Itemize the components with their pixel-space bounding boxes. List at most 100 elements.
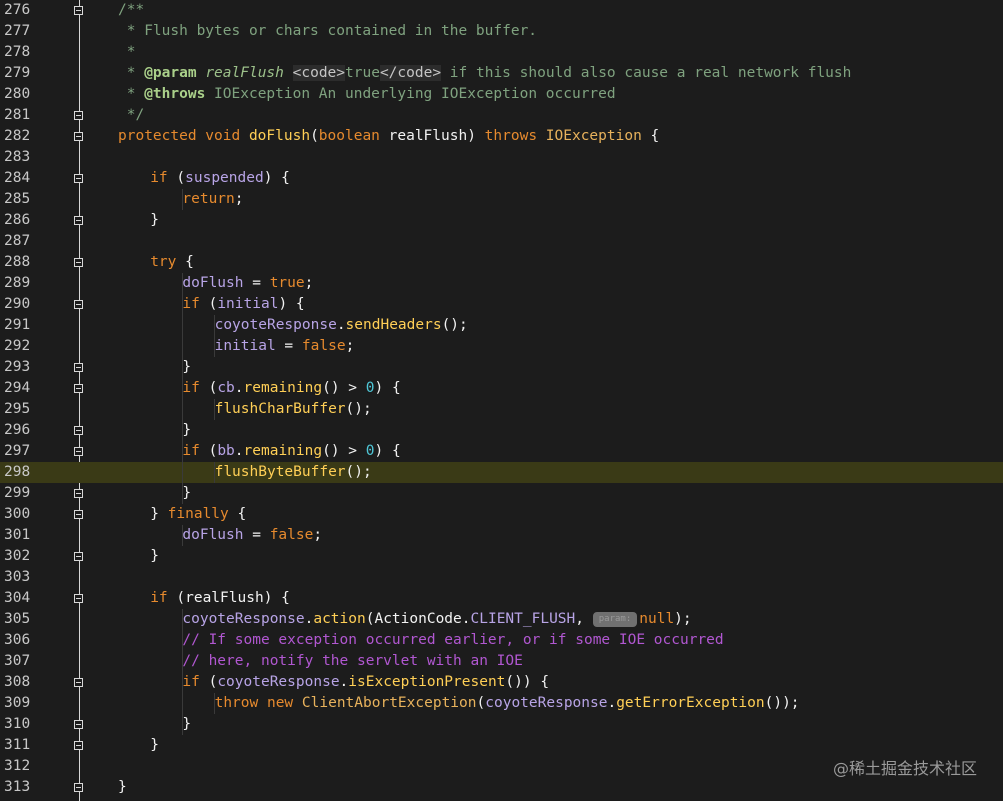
line-number[interactable]: 292 (0, 336, 64, 357)
code-line-310[interactable]: 310} (0, 714, 1003, 735)
line-number[interactable]: 310 (0, 714, 64, 735)
code-line-305[interactable]: 305 coyoteResponse.action(ActionCode.CLIE… (0, 609, 1003, 630)
code-line-290[interactable]: 290 if (initial) { (0, 294, 1003, 315)
line-number[interactable]: 290 (0, 294, 64, 315)
code-text[interactable]: * @param realFlush <code>true</code> if … (118, 63, 851, 84)
code-line-291[interactable]: 291 coyoteResponse.sendHeaders(); (0, 315, 1003, 336)
code-line-277[interactable]: 277 * Flush bytes or chars contained in … (0, 21, 1003, 42)
fold-icon[interactable] (74, 741, 83, 750)
fold-icon[interactable] (74, 174, 83, 183)
line-number[interactable]: 312 (0, 756, 64, 777)
code-line-286[interactable]: 286} (0, 210, 1003, 231)
code-line-308[interactable]: 308 if (coyoteResponse.isExceptionPresent… (0, 672, 1003, 693)
code-text[interactable]: throw new ClientAbortException(coyoteRes… (215, 693, 800, 714)
fold-icon[interactable] (74, 552, 83, 561)
line-number[interactable]: 286 (0, 210, 64, 231)
code-line-307[interactable]: 307 // here, notify the servlet with an I… (0, 651, 1003, 672)
line-number[interactable]: 308 (0, 672, 64, 693)
code-line-281[interactable]: 281 */ (0, 105, 1003, 126)
code-text[interactable]: * (118, 42, 136, 63)
code-line-299[interactable]: 299} (0, 483, 1003, 504)
code-line-311[interactable]: 311} (0, 735, 1003, 756)
code-line-304[interactable]: 304 if (realFlush) { (0, 588, 1003, 609)
fold-icon[interactable] (74, 447, 83, 456)
code-text[interactable]: if (cb.remaining() > 0) { (182, 378, 400, 399)
code-text[interactable]: protected void doFlush(boolean realFlush… (118, 126, 659, 147)
code-text[interactable]: // here, notify the servlet with an IOE (182, 651, 522, 672)
line-number[interactable]: 287 (0, 231, 64, 252)
code-text[interactable]: return; (182, 189, 243, 210)
line-number[interactable]: 303 (0, 567, 64, 588)
code-line-282[interactable]: 282 protected void doFlush(boolean realFl… (0, 126, 1003, 147)
line-number[interactable]: 284 (0, 168, 64, 189)
line-number[interactable]: 289 (0, 273, 64, 294)
code-line-287[interactable]: 287 (0, 231, 1003, 252)
code-line-288[interactable]: 288 try { (0, 252, 1003, 273)
code-text[interactable]: * Flush bytes or chars contained in the … (118, 21, 537, 42)
fold-icon[interactable] (74, 594, 83, 603)
line-number[interactable]: 276 (0, 0, 64, 21)
code-text[interactable]: if (suspended) { (150, 168, 290, 189)
fold-icon[interactable] (74, 384, 83, 393)
code-text[interactable]: if (realFlush) { (150, 588, 290, 609)
line-number[interactable]: 298 (0, 462, 64, 483)
code-text[interactable]: } (150, 735, 159, 756)
line-number[interactable]: 301 (0, 525, 64, 546)
code-line-306[interactable]: 306 // If some exception occurred earlier… (0, 630, 1003, 651)
line-number[interactable]: 306 (0, 630, 64, 651)
line-number[interactable]: 281 (0, 105, 64, 126)
code-line-289[interactable]: 289 doFlush = true; (0, 273, 1003, 294)
code-text[interactable]: } (182, 483, 191, 504)
code-line-283[interactable]: 283 (0, 147, 1003, 168)
line-number[interactable]: 299 (0, 483, 64, 504)
fold-icon[interactable] (74, 489, 83, 498)
code-text[interactable]: * @throws IOException An underlying IOEx… (118, 84, 616, 105)
line-number[interactable]: 297 (0, 441, 64, 462)
code-line-279[interactable]: 279 * @param realFlush <code>true</code>… (0, 63, 1003, 84)
fold-icon[interactable] (74, 720, 83, 729)
line-number[interactable]: 293 (0, 357, 64, 378)
line-number[interactable]: 305 (0, 609, 64, 630)
code-line-298[interactable]: 298 flushByteBuffer(); (0, 462, 1003, 483)
fold-icon[interactable] (74, 783, 83, 792)
line-number[interactable]: 279 (0, 63, 64, 84)
code-text[interactable]: if (bb.remaining() > 0) { (182, 441, 400, 462)
code-text[interactable]: if (initial) { (182, 294, 304, 315)
fold-icon[interactable] (74, 111, 83, 120)
code-text[interactable]: initial = false; (215, 336, 355, 357)
code-text[interactable]: } (182, 714, 191, 735)
code-line-295[interactable]: 295 flushCharBuffer(); (0, 399, 1003, 420)
code-text[interactable]: coyoteResponse.sendHeaders(); (215, 315, 468, 336)
code-editor[interactable]: 276 /** 277 * Flush bytes or chars contain… (0, 0, 1003, 801)
line-number[interactable]: 296 (0, 420, 64, 441)
fold-icon[interactable] (74, 258, 83, 267)
fold-icon[interactable] (74, 216, 83, 225)
code-text[interactable]: } (150, 210, 159, 231)
line-number[interactable]: 291 (0, 315, 64, 336)
code-text[interactable]: } (182, 420, 191, 441)
code-text[interactable]: try { (150, 252, 194, 273)
code-line-294[interactable]: 294 if (cb.remaining() > 0) { (0, 378, 1003, 399)
code-line-309[interactable]: 309 throw new ClientAbortException(coyote… (0, 693, 1003, 714)
line-number[interactable]: 313 (0, 777, 64, 798)
code-text[interactable]: } finally { (150, 504, 246, 525)
code-text[interactable]: flushByteBuffer(); (215, 462, 372, 483)
code-line-297[interactable]: 297 if (bb.remaining() > 0) { (0, 441, 1003, 462)
code-text[interactable]: } (118, 777, 127, 798)
code-line-276[interactable]: 276 /** (0, 0, 1003, 21)
line-number[interactable]: 309 (0, 693, 64, 714)
fold-icon[interactable] (74, 300, 83, 309)
line-number[interactable]: 294 (0, 378, 64, 399)
line-number[interactable]: 300 (0, 504, 64, 525)
code-text[interactable]: /** (118, 0, 144, 21)
line-number[interactable]: 311 (0, 735, 64, 756)
code-line-292[interactable]: 292 initial = false; (0, 336, 1003, 357)
fold-icon[interactable] (74, 510, 83, 519)
code-text[interactable]: // If some exception occurred earlier, o… (182, 630, 723, 651)
code-text[interactable]: doFlush = false; (182, 525, 322, 546)
code-line-313[interactable]: 313} (0, 777, 1003, 798)
line-number[interactable]: 278 (0, 42, 64, 63)
line-number[interactable]: 307 (0, 651, 64, 672)
line-number[interactable]: 277 (0, 21, 64, 42)
line-number[interactable]: 283 (0, 147, 64, 168)
